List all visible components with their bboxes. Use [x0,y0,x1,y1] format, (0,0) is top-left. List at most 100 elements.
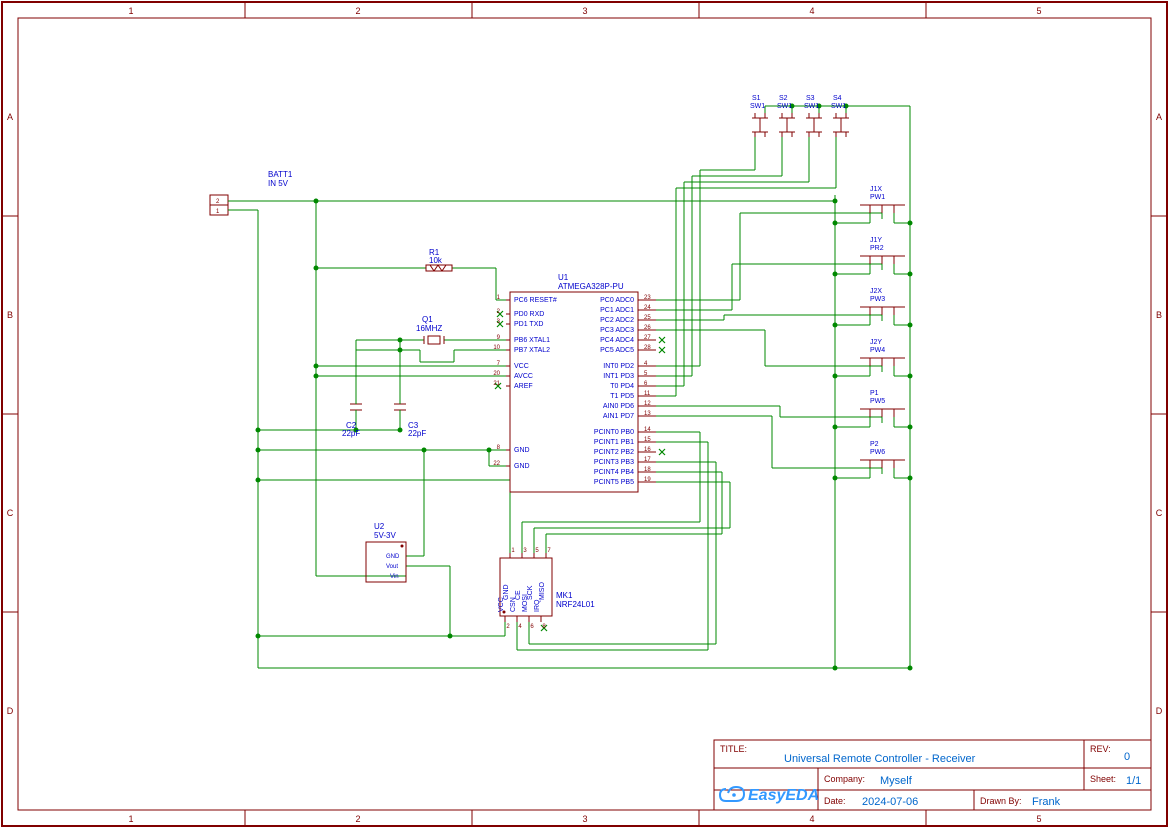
svg-text:13: 13 [644,411,651,417]
svg-text:PC0 ADC0: PC0 ADC0 [600,297,634,304]
easyeda-logo [720,787,744,801]
svg-text:SW1: SW1 [777,103,792,110]
svg-text:PB6 XTAL1: PB6 XTAL1 [514,337,550,344]
svg-text:4: 4 [809,814,814,824]
company-label: Company: [824,774,865,784]
connector-column: J1XPW1J1YPR2J2XPW3J2YPW4P1PW5P2PW6 [860,186,905,468]
u2-regulator: U2 5V-3V GND Vout Vin [366,522,406,582]
svg-text:S1: S1 [752,95,761,102]
title-label: TITLE: [720,744,747,754]
svg-text:23: 23 [644,295,651,301]
svg-text:26: 26 [644,325,651,331]
rev-value: 0 [1124,751,1130,763]
svg-text:CSN: CSN [510,597,517,612]
svg-text:U1: U1 [558,273,569,282]
svg-text:GND: GND [514,447,530,454]
title-block: TITLE: Universal Remote Controller - Rec… [714,740,1151,810]
svg-text:16MHZ: 16MHZ [416,324,442,333]
svg-text:U2: U2 [374,522,385,531]
svg-text:D: D [7,706,14,716]
svg-text:Vin: Vin [390,574,399,580]
svg-text:1: 1 [128,814,133,824]
svg-text:VCC: VCC [498,597,505,612]
svg-text:7: 7 [547,548,551,554]
svg-text:T1 PD5: T1 PD5 [610,393,634,400]
svg-text:AIN1 PD7: AIN1 PD7 [603,413,634,420]
svg-text:28: 28 [644,345,651,351]
svg-text:PC1 ADC1: PC1 ADC1 [600,307,634,314]
date-value: 2024-07-06 [862,796,918,808]
svg-text:5V-3V: 5V-3V [374,531,396,540]
svg-text:22pF: 22pF [342,429,360,438]
svg-text:PB7 XTAL2: PB7 XTAL2 [514,347,550,354]
svg-text:PCINT5 PB5: PCINT5 PB5 [594,479,634,486]
svg-text:IN 5V: IN 5V [268,179,289,188]
svg-text:INT0 PD2: INT0 PD2 [603,363,634,370]
col-3-top: 3 [582,6,587,16]
svg-text:3: 3 [582,814,587,824]
svg-text:PCINT2 PB2: PCINT2 PB2 [594,449,634,456]
title-value: Universal Remote Controller - Receiver [784,753,976,765]
svg-text:P1: P1 [870,390,879,397]
u1-atmega: U1 ATMEGA328P-PU 1PC6 RESET#2PD0 RXD3PD1… [493,273,656,492]
svg-text:IRQ: IRQ [534,599,541,612]
svg-text:NRF24L01: NRF24L01 [556,600,595,609]
svg-text:Vout: Vout [386,564,398,570]
col-5-top: 5 [1036,6,1041,16]
svg-text:PR2: PR2 [870,245,884,252]
svg-text:INT1 PD3: INT1 PD3 [603,373,634,380]
junctions [256,104,913,671]
svg-text:ATMEGA328P-PU: ATMEGA328P-PU [558,282,624,291]
svg-text:PC4 ADC4: PC4 ADC4 [600,337,634,344]
svg-text:PCINT3 PB3: PCINT3 PB3 [594,459,634,466]
svg-text:5: 5 [1036,814,1041,824]
wires [238,106,913,668]
svg-text:PC5 ADC5: PC5 ADC5 [600,347,634,354]
svg-text:14: 14 [644,427,651,433]
drawing-frame: 1 2 3 4 5 1 2 3 4 5 A B C D A B C D [2,2,1167,826]
svg-text:T0 PD4: T0 PD4 [610,383,634,390]
svg-text:B: B [7,310,13,320]
svg-text:16: 16 [644,447,651,453]
svg-text:24: 24 [644,305,651,311]
svg-text:PW4: PW4 [870,347,885,354]
svg-text:S3: S3 [806,95,815,102]
svg-text:10: 10 [493,345,500,351]
svg-text:J2X: J2X [870,288,882,295]
drawn-label: Drawn By: [980,796,1022,806]
svg-text:B: B [1156,310,1162,320]
svg-text:GND: GND [386,554,400,560]
svg-text:10k: 10k [429,256,443,265]
svg-text:27: 27 [644,335,651,341]
svg-text:A: A [1156,112,1162,122]
sheet-label: Sheet: [1090,774,1116,784]
svg-text:5: 5 [535,548,539,554]
svg-text:S4: S4 [833,95,842,102]
svg-text:MISO: MISO [539,582,546,600]
svg-text:C: C [1156,508,1163,518]
svg-text:1: 1 [511,548,515,554]
svg-text:6: 6 [530,624,534,630]
svg-text:AVCC: AVCC [514,373,533,380]
svg-text:PCINT1 PB1: PCINT1 PB1 [594,439,634,446]
svg-text:PW3: PW3 [870,296,885,303]
svg-text:J1X: J1X [870,186,882,193]
svg-text:1: 1 [216,209,220,215]
svg-text:PCINT0 PB0: PCINT0 PB0 [594,429,634,436]
svg-text:AREF: AREF [514,383,533,390]
svg-text:22: 22 [493,461,500,467]
svg-text:J2Y: J2Y [870,339,882,346]
svg-text:BATT1: BATT1 [268,170,293,179]
svg-text:18: 18 [644,467,651,473]
rev-label: REV: [1090,744,1111,754]
no-connects [495,311,665,631]
svg-text:17: 17 [644,457,651,463]
svg-text:19: 19 [644,477,651,483]
svg-text:S2: S2 [779,95,788,102]
schematic-sheet: 1 2 3 4 5 1 2 3 4 5 A B C D A B C D 2 1 … [0,0,1169,828]
svg-text:PW1: PW1 [870,194,885,201]
svg-text:C: C [7,508,14,518]
svg-text:PC6 RESET#: PC6 RESET# [514,297,557,304]
row-a-left: A [7,112,13,122]
svg-text:2: 2 [355,814,360,824]
